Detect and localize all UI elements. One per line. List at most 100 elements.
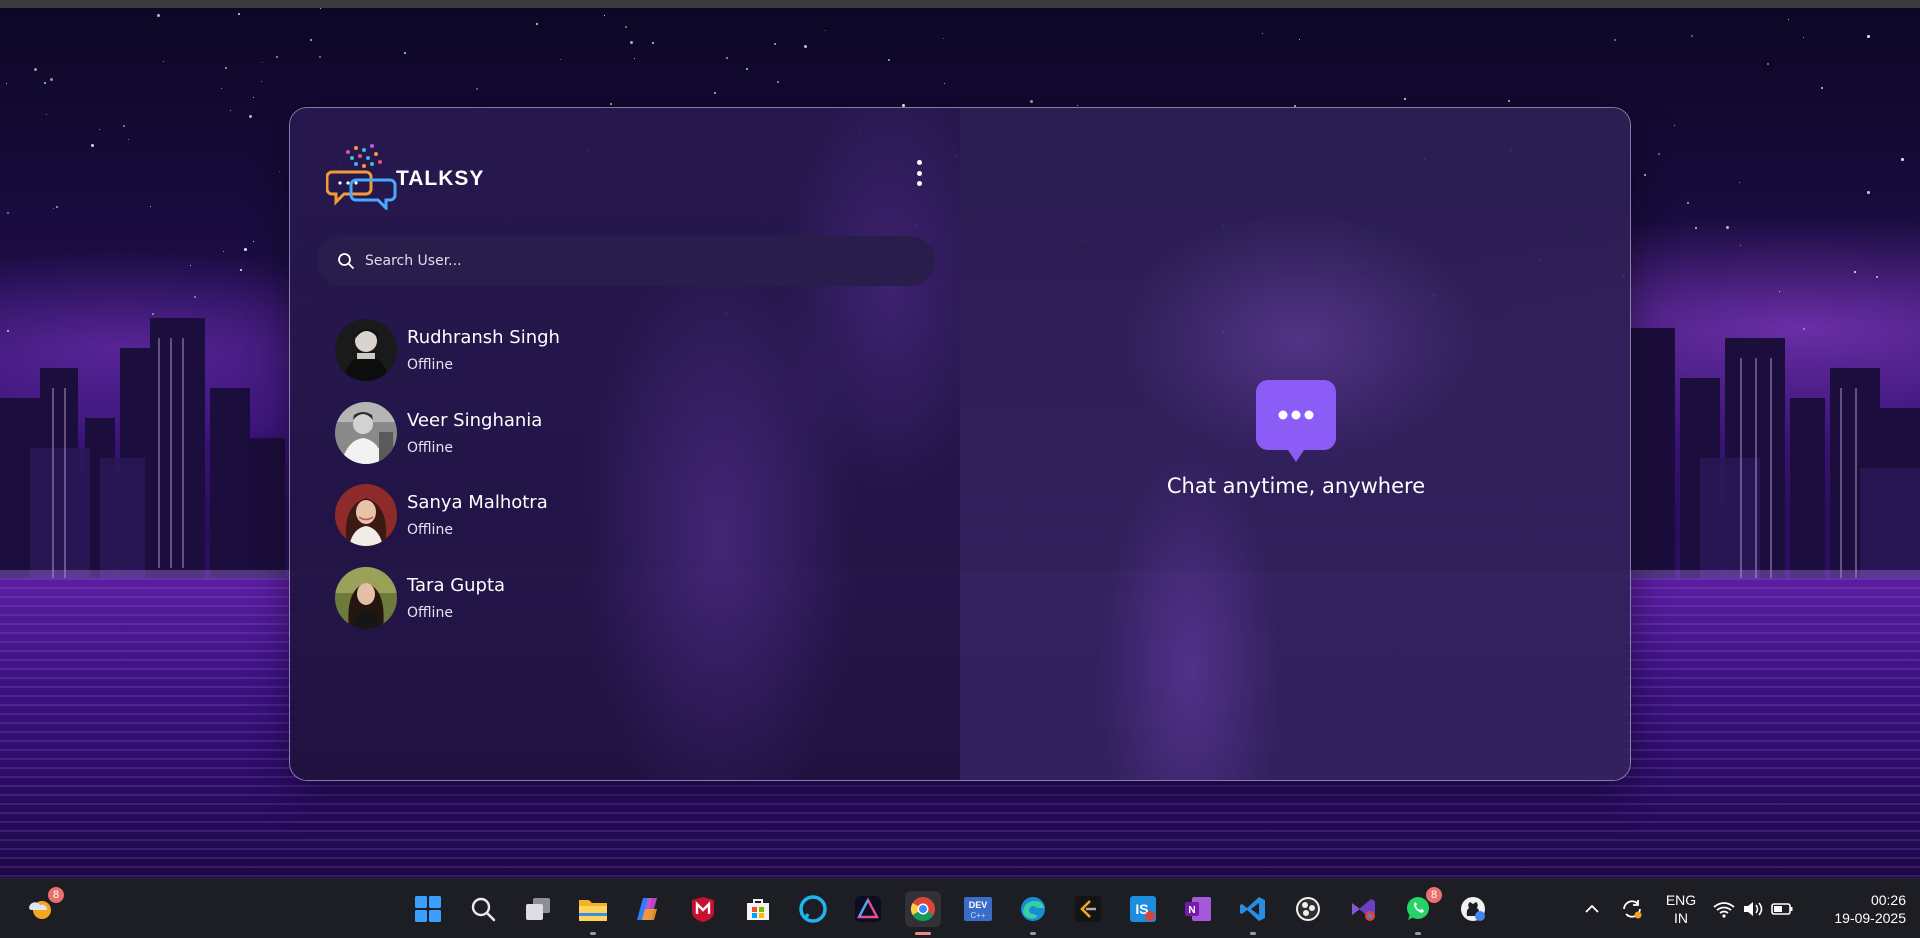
star (249, 115, 252, 118)
star (230, 110, 231, 111)
star (44, 82, 46, 84)
star (560, 59, 561, 60)
star (262, 62, 263, 63)
star (1658, 153, 1660, 155)
talksy-app-window: TALKSY Rudhransh Singh Offline (289, 107, 1631, 781)
star (1876, 276, 1878, 278)
user-list: Rudhransh Singh Offline Veer Singhania O… (335, 319, 895, 649)
star (276, 56, 278, 58)
vscode-icon[interactable] (1235, 891, 1271, 935)
star (46, 114, 47, 115)
star (888, 59, 890, 61)
star (150, 206, 151, 207)
avatar (335, 484, 397, 546)
sidebar: TALKSY Rudhransh Singh Offline (290, 108, 960, 780)
star (777, 81, 779, 83)
whatsapp-icon[interactable]: 8 (1400, 887, 1442, 935)
star (630, 41, 633, 44)
star (221, 88, 222, 89)
user-name: Veer Singhania (407, 409, 543, 431)
file-explorer-icon[interactable] (575, 891, 611, 935)
star (99, 129, 100, 130)
user-item-veer-singhania[interactable]: Veer Singhania Offline (335, 401, 895, 464)
leetcode-icon[interactable] (1070, 891, 1106, 927)
windows-taskbar: 8 DEV C++ IS N 8 ENG IN 00:26 19-09-2025 (0, 878, 1920, 938)
taskbar-search-icon[interactable] (465, 891, 501, 927)
star (320, 8, 321, 9)
app-name: TALKSY (396, 167, 485, 190)
star (1644, 174, 1646, 176)
star (1695, 227, 1697, 229)
kebab-menu-icon[interactable] (912, 160, 926, 186)
language-code: ENG (1665, 892, 1697, 908)
avatar (335, 566, 397, 629)
star (943, 38, 944, 39)
user-item-rudhransh-singh[interactable]: Rudhransh Singh Offline (335, 319, 895, 381)
star (1508, 100, 1510, 102)
sync-icon[interactable] (1614, 891, 1650, 927)
affinity-icon[interactable] (850, 891, 886, 927)
star (1299, 39, 1300, 40)
star (1821, 87, 1823, 89)
talksy-logo-icon (326, 144, 397, 210)
obs-icon[interactable] (1290, 891, 1326, 927)
empty-chat-state: Chat anytime, anywhere (960, 380, 1630, 498)
task-view-icon[interactable] (520, 891, 556, 927)
star (1691, 35, 1693, 37)
region-code: IN (1674, 910, 1688, 926)
whatsapp-badge: 8 (1426, 887, 1442, 903)
star (1739, 182, 1740, 183)
language-indicator[interactable]: ENG IN (1660, 891, 1702, 927)
talksy-logo: TALKSY (326, 140, 484, 210)
star (1867, 35, 1870, 38)
star (56, 206, 58, 208)
star (279, 171, 280, 172)
clock[interactable]: 00:26 19-09-2025 (1806, 891, 1906, 927)
star (536, 23, 538, 25)
copilot-icon[interactable] (630, 891, 666, 927)
search-icon (338, 253, 354, 269)
star (1030, 100, 1033, 103)
star (53, 208, 54, 209)
edge-icon[interactable] (1015, 891, 1051, 935)
user-item-sanya-malhotra[interactable]: Sanya Malhotra Offline (335, 484, 895, 546)
intellij-icon[interactable]: IS (1125, 891, 1161, 927)
star (225, 67, 227, 69)
user-status: Offline (407, 439, 453, 456)
windows-start-icon[interactable] (410, 891, 446, 927)
weather-widget-icon[interactable]: 8 (22, 887, 64, 927)
onenote-icon[interactable]: N (1180, 891, 1216, 927)
show-hidden-icons-chevron-icon[interactable] (1574, 891, 1610, 927)
star (1674, 125, 1675, 126)
github-desktop-icon[interactable] (1455, 891, 1491, 927)
network-volume-battery-group[interactable] (1710, 891, 1800, 927)
avatar (335, 401, 397, 464)
devcpp-icon[interactable]: DEV C++ (960, 891, 996, 927)
search-bar[interactable] (317, 236, 935, 286)
user-name: Rudhransh Singh (407, 327, 560, 348)
star (1740, 245, 1741, 246)
star (1687, 202, 1689, 204)
star (714, 92, 716, 94)
star (1779, 291, 1780, 292)
star (253, 97, 254, 98)
avatar (335, 319, 397, 381)
browser-top-edge (0, 0, 1920, 8)
alexa-icon[interactable] (795, 891, 831, 927)
chrome-icon[interactable] (905, 891, 941, 935)
star (157, 14, 160, 17)
user-status: Offline (407, 604, 453, 621)
svg-text:DEV: DEV (969, 900, 988, 910)
clock-date: 19-09-2025 (1834, 910, 1906, 926)
svg-text:N: N (1188, 905, 1195, 916)
user-item-tara-gupta[interactable]: Tara Gupta Offline (335, 566, 895, 629)
star (944, 83, 945, 84)
star (1077, 105, 1078, 106)
microsoft-store-icon[interactable] (740, 891, 776, 927)
star (774, 43, 776, 45)
star (746, 68, 748, 70)
search-input[interactable] (365, 253, 925, 269)
star (319, 56, 321, 58)
mcafee-icon[interactable] (685, 891, 721, 927)
visual-studio-icon[interactable] (1345, 891, 1381, 927)
